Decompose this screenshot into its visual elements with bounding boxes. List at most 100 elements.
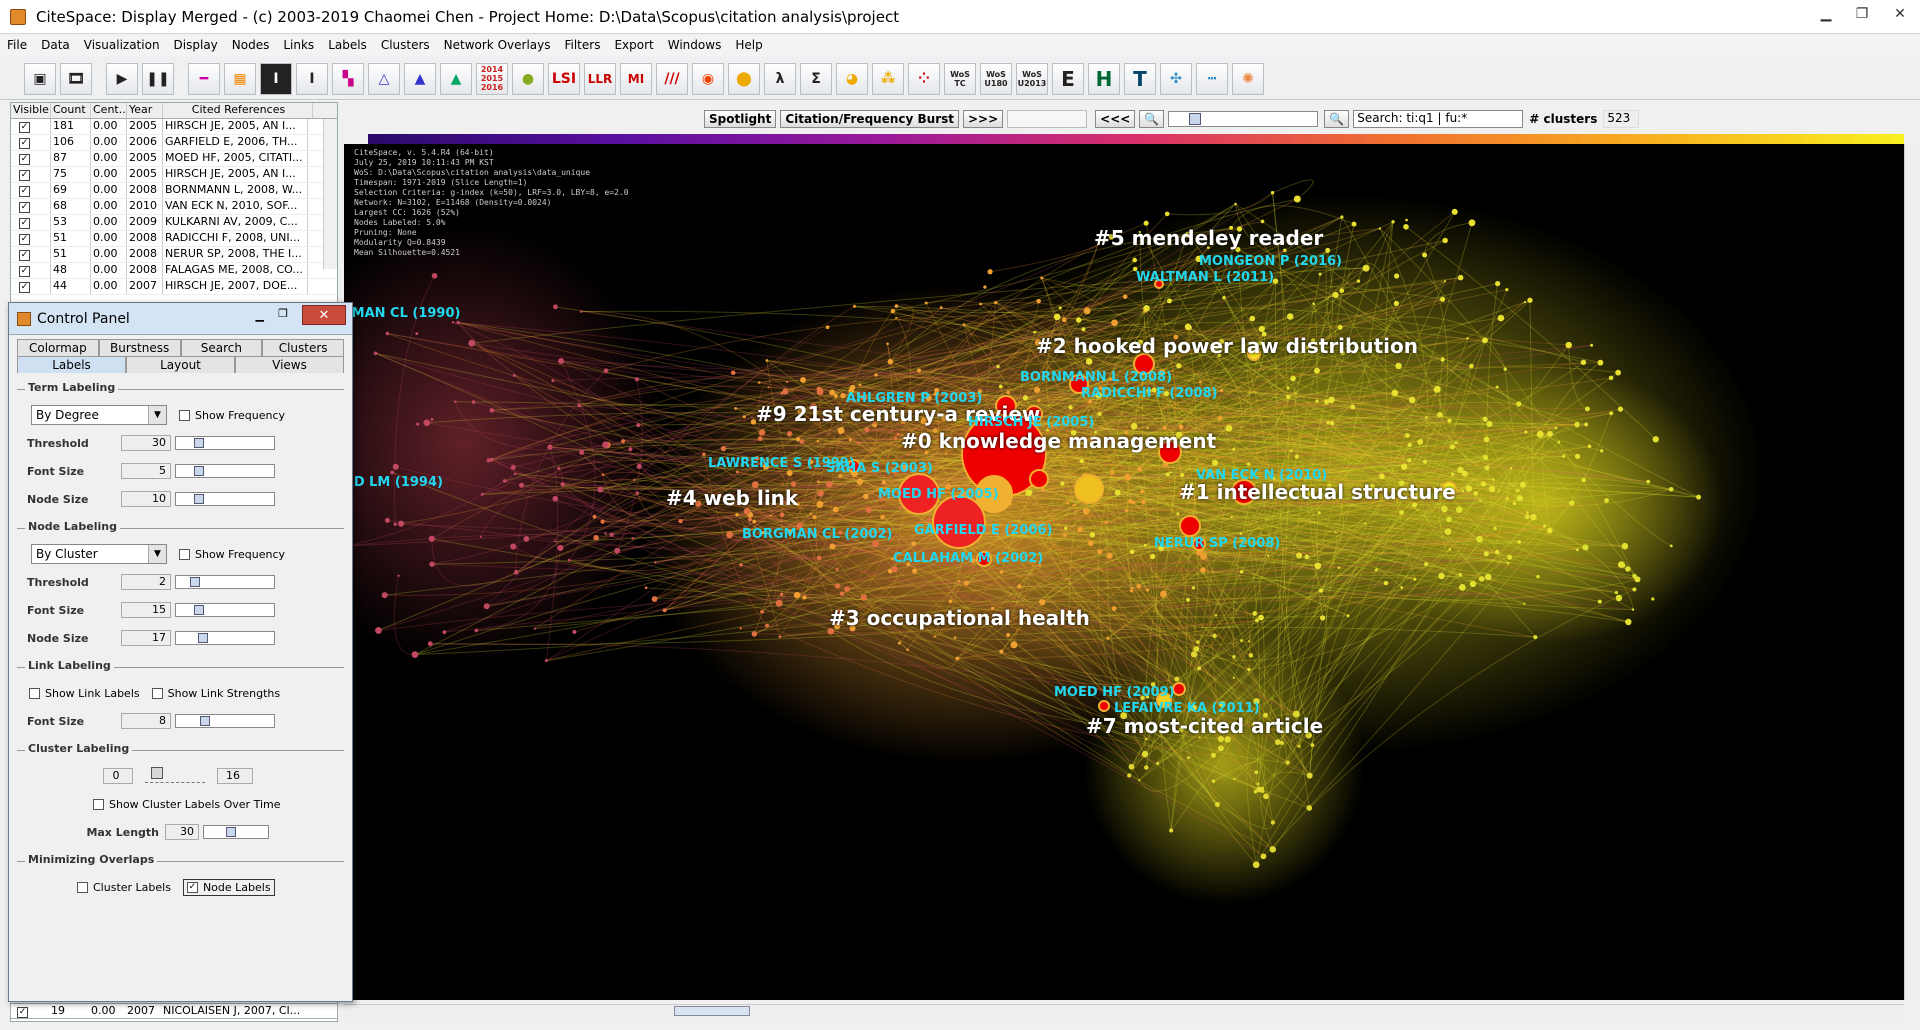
network-node[interactable] xyxy=(765,623,770,628)
network-node[interactable] xyxy=(998,384,1003,389)
network-node[interactable] xyxy=(767,386,770,389)
network-node[interactable] xyxy=(1404,433,1410,438)
network-node[interactable] xyxy=(533,627,536,630)
visible-checkbox[interactable]: ✓ xyxy=(19,138,30,149)
network-node[interactable] xyxy=(1165,472,1170,477)
network-node[interactable] xyxy=(1337,324,1343,330)
network-node[interactable] xyxy=(1060,481,1065,486)
node-label-vaneck-2010[interactable]: VAN ECK N (2010) xyxy=(1196,468,1327,483)
network-node[interactable] xyxy=(1179,472,1185,478)
network-node[interactable] xyxy=(1407,442,1412,448)
colored-dots-icon[interactable]: ⁘ xyxy=(908,62,940,95)
network-node[interactable] xyxy=(1085,358,1093,365)
network-node[interactable] xyxy=(769,514,772,517)
network-node[interactable] xyxy=(1128,763,1135,770)
network-node[interactable] xyxy=(1580,359,1587,366)
network-node[interactable] xyxy=(597,486,604,493)
network-node[interactable] xyxy=(1351,221,1357,227)
network-node[interactable] xyxy=(1448,548,1452,551)
network-node[interactable] xyxy=(1449,444,1455,450)
i-beam-icon[interactable]: I xyxy=(260,62,292,95)
network-node[interactable] xyxy=(1130,586,1134,590)
network-node[interactable] xyxy=(1615,369,1621,376)
network-node[interactable] xyxy=(999,649,1004,654)
network-node[interactable] xyxy=(1314,562,1322,570)
network-node[interactable] xyxy=(1304,554,1310,560)
network-node[interactable] xyxy=(429,561,435,567)
visible-checkbox[interactable]: ✓ xyxy=(19,122,30,133)
network-node[interactable] xyxy=(431,272,438,279)
network-node[interactable] xyxy=(1438,572,1445,580)
network-node[interactable] xyxy=(757,381,761,384)
node-label-borgman-1990[interactable]: BORGMAN CL (1990) xyxy=(344,306,460,321)
network-node[interactable] xyxy=(600,519,605,524)
tab-labels[interactable]: Labels xyxy=(17,356,126,373)
network-node[interactable] xyxy=(1332,291,1339,298)
minimize-button[interactable]: ▁ xyxy=(1808,0,1844,28)
network-node[interactable] xyxy=(1286,313,1294,320)
network-node[interactable] xyxy=(1106,636,1110,640)
visible-checkbox[interactable]: ✓ xyxy=(17,1007,28,1018)
network-node[interactable] xyxy=(1512,501,1517,506)
network-node[interactable] xyxy=(816,555,822,561)
network-node[interactable] xyxy=(1440,357,1445,362)
network-node[interactable] xyxy=(1269,846,1277,853)
node-labels-overlap-checkbox[interactable]: ✓ Node Labels xyxy=(182,878,275,896)
network-node[interactable] xyxy=(1451,472,1455,476)
network-node[interactable] xyxy=(557,544,564,552)
network-node[interactable] xyxy=(1574,453,1581,459)
network-node[interactable] xyxy=(1214,801,1220,808)
film-icon[interactable]: 🎞 xyxy=(60,62,92,95)
network-node[interactable] xyxy=(1479,499,1482,502)
menu-network-overlays[interactable]: Network Overlays xyxy=(437,36,558,56)
network-node[interactable] xyxy=(523,536,530,542)
network-node[interactable] xyxy=(778,635,782,639)
cluster-labels-overlap-checkbox[interactable]: Cluster Labels xyxy=(77,881,171,894)
network-node[interactable] xyxy=(1306,772,1313,779)
table-row[interactable]: ✓ 69 0.00 2008 BORNMANN L, 2008, W... xyxy=(11,183,337,199)
network-node[interactable] xyxy=(1457,274,1464,281)
network-node[interactable] xyxy=(1187,756,1191,760)
network-node[interactable] xyxy=(1033,386,1041,394)
network-node[interactable] xyxy=(1124,474,1131,481)
network-node[interactable] xyxy=(1325,247,1331,253)
network-node[interactable] xyxy=(1211,779,1216,783)
dots-line-icon[interactable]: ┅ xyxy=(1196,62,1228,95)
network-node[interactable] xyxy=(1485,573,1492,581)
table-row[interactable]: ✓ 48 0.00 2008 FALAGAS ME, 2008, CO... xyxy=(11,263,337,279)
network-node[interactable] xyxy=(1458,573,1463,577)
network-node[interactable] xyxy=(1041,488,1045,492)
menu-nodes[interactable]: Nodes xyxy=(225,36,277,56)
network-node[interactable] xyxy=(552,304,558,310)
network-node[interactable] xyxy=(1127,773,1132,778)
network-node[interactable] xyxy=(1569,500,1575,506)
network-node[interactable] xyxy=(1176,363,1182,369)
network-node[interactable] xyxy=(1169,828,1174,833)
cluster-label-0[interactable]: #0 knowledge management xyxy=(901,429,1216,453)
network-node[interactable] xyxy=(1495,280,1501,287)
network-node[interactable] xyxy=(1073,503,1076,507)
bubble-icon[interactable]: ◕ xyxy=(836,62,868,95)
network-node[interactable] xyxy=(886,342,889,346)
network-node[interactable] xyxy=(1609,411,1614,416)
network-node[interactable] xyxy=(480,492,484,496)
network-node[interactable] xyxy=(844,586,850,592)
network-node[interactable] xyxy=(1249,315,1256,322)
network-node[interactable] xyxy=(1584,422,1589,427)
network-node[interactable] xyxy=(1408,396,1416,404)
network-node[interactable] xyxy=(1077,526,1083,533)
network-node[interactable] xyxy=(1141,499,1146,504)
show-link-strengths-checkbox[interactable]: Show Link Strengths xyxy=(151,687,280,700)
network-node[interactable] xyxy=(1604,498,1609,503)
network-node[interactable] xyxy=(1451,208,1458,215)
network-node[interactable] xyxy=(1217,416,1223,421)
network-node[interactable] xyxy=(1505,497,1509,501)
network-node[interactable] xyxy=(1319,588,1323,593)
network-node[interactable] xyxy=(392,463,399,470)
network-node[interactable] xyxy=(1356,279,1361,283)
network-node[interactable] xyxy=(881,480,887,485)
network-node[interactable] xyxy=(834,583,841,589)
network-node[interactable] xyxy=(547,444,553,450)
network-node[interactable] xyxy=(1651,597,1655,601)
network-node[interactable] xyxy=(1258,614,1264,621)
